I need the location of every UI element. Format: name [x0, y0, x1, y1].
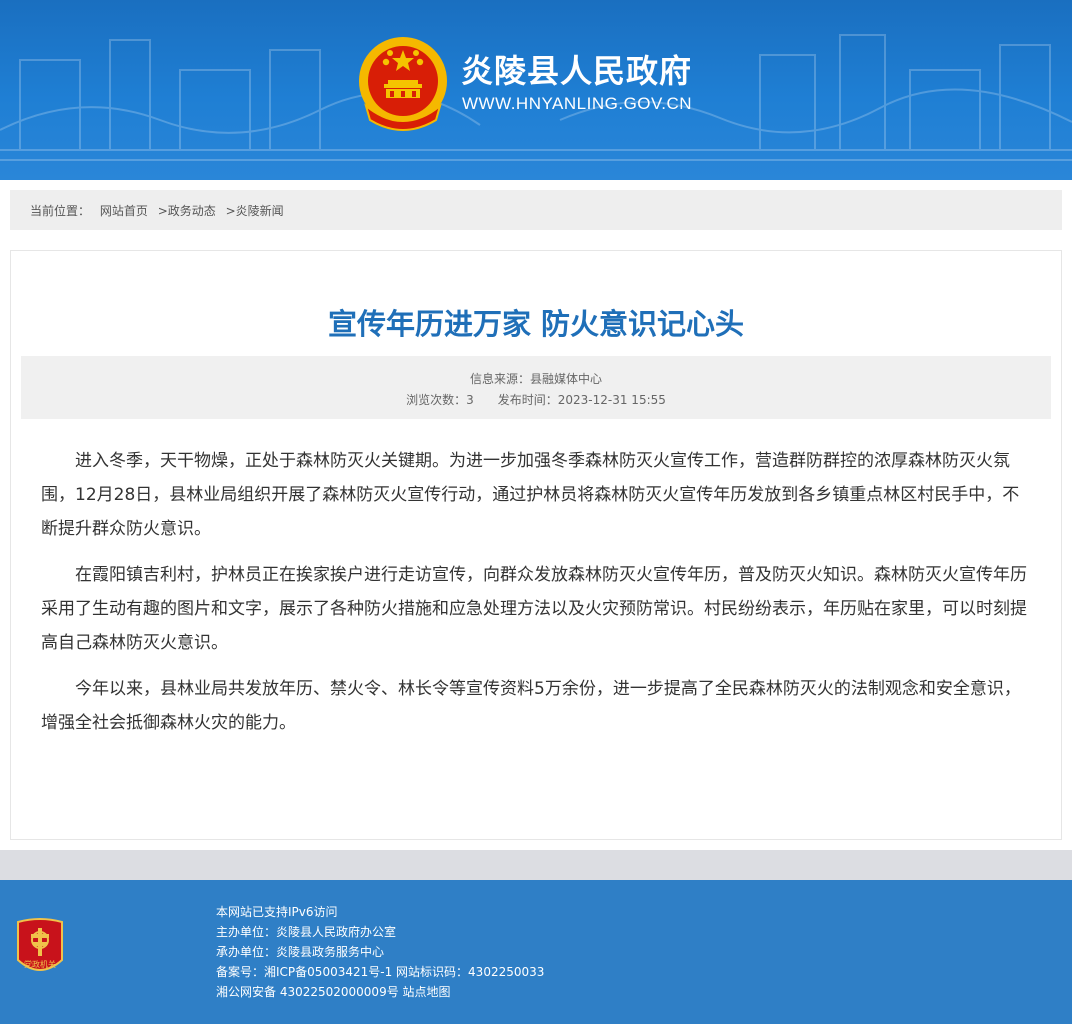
- article-meta: 信息来源：县融媒体中心 浏览次数：3 发布时间：2023-12-31 15:55: [21, 356, 1051, 419]
- footer-police-record-link[interactable]: 湘公网安备 43022502000009号: [216, 985, 399, 999]
- article-panel: 宣传年历进万家 防火意识记心头 信息来源：县融媒体中心 浏览次数：3 发布时间：2…: [10, 250, 1062, 840]
- breadcrumb-yanling-news-link[interactable]: >炎陵新闻: [226, 204, 284, 218]
- article-paragraph: 今年以来，县林业局共发放年历、禁火令、林长令等宣传资料5万余份，进一步提高了全民…: [41, 679, 1021, 733]
- footer-ipv6-notice: 本网站已支持IPv6访问: [216, 905, 338, 919]
- article-stats: 浏览次数：3 发布时间：2023-12-31 15:55: [21, 391, 1051, 408]
- footer-icp-line: 备案号：湘ICP备05003421号-1 网站标识码：4302250033: [216, 962, 544, 982]
- article-title: 宣传年历进万家 防火意识记心头: [327, 307, 745, 341]
- article-views: 浏览次数：3: [406, 393, 474, 407]
- article-source: 信息来源：县融媒体中心: [469, 372, 602, 386]
- footer-sponsor: 主办单位：炎陵县人民政府办公室: [216, 925, 397, 939]
- badge-text: 党政机关: [24, 959, 56, 969]
- site-footer: 党政机关 本网站已支持IPv6访问 主办单位：炎陵县人民政府办公室 承办单位：炎…: [0, 880, 1072, 1024]
- article-published-time: 发布时间：2023-12-31 15:55: [497, 393, 666, 407]
- breadcrumb: 当前位置： 网站首页 >政务动态 >炎陵新闻: [10, 190, 1062, 230]
- article-paragraph: 在霞阳镇吉利村，护林员正在挨家挨户进行走访宣传，向群众发放森林防灭火宣传年历，普…: [41, 565, 1027, 653]
- breadcrumb-government-news-link[interactable]: >政务动态: [158, 204, 216, 218]
- footer-organizer: 承办单位：炎陵县政务服务中心: [216, 945, 385, 959]
- site-title[interactable]: 炎陵县人民政府: [461, 46, 692, 92]
- footer-icp-link[interactable]: 湘ICP备05003421号-1: [264, 965, 392, 979]
- footer-icp-label: 备案号：: [216, 965, 265, 979]
- party-government-badge-icon[interactable]: 党政机关: [14, 916, 66, 980]
- breadcrumb-label: 当前位置：: [30, 204, 91, 218]
- article-paragraph: 进入冬季，天干物燥，正处于森林防灭火关键期。为进一步加强冬季森林防灭火宣传工作，…: [41, 451, 1020, 539]
- footer-divider-band: [0, 850, 1072, 880]
- footer-info: 本网站已支持IPv6访问 主办单位：炎陵县人民政府办公室 承办单位：炎陵县政务服…: [216, 902, 544, 1002]
- site-header: 炎陵县人民政府 WWW.HNYANLING.GOV.CN: [0, 0, 1072, 180]
- footer-police-line: 湘公网安备 43022502000009号 站点地图: [216, 982, 544, 1002]
- site-url[interactable]: WWW.HNYANLING.GOV.CN: [462, 94, 692, 114]
- footer-site-code: 网站标识码：4302250033: [396, 965, 545, 979]
- article-body: 进入冬季，天干物燥，正处于森林防灭火关键期。为进一步加强冬季森林防灭火宣传工作，…: [41, 444, 1035, 752]
- national-emblem-icon: [359, 37, 447, 131]
- footer-sitemap-link[interactable]: 站点地图: [403, 985, 451, 999]
- breadcrumb-home-link[interactable]: 网站首页: [100, 204, 148, 218]
